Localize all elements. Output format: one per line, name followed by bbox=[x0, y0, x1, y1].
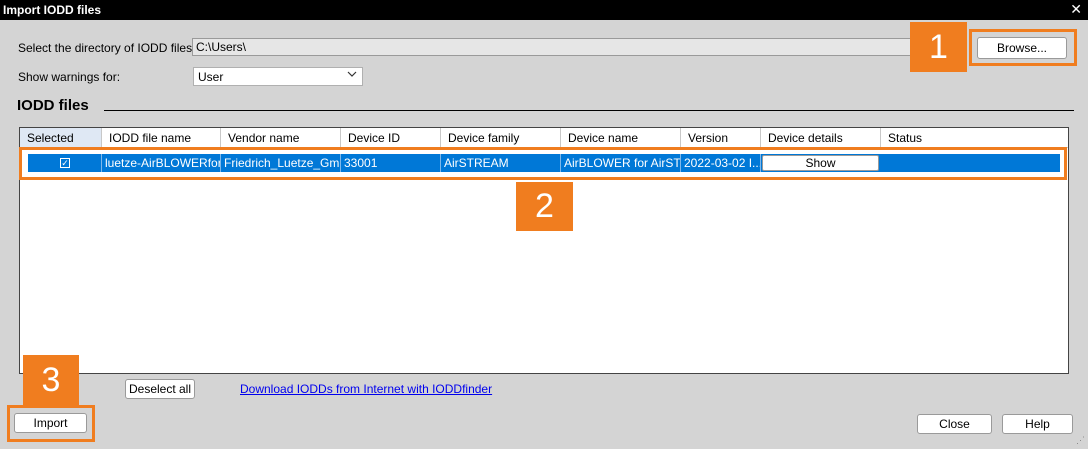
directory-input[interactable]: C:\Users\ bbox=[192, 38, 967, 56]
table-row[interactable]: ✓ luetze-AirBLOWERfor... Friedrich_Luetz… bbox=[28, 154, 1060, 172]
warnings-label: Show warnings for: bbox=[18, 70, 121, 84]
cell-vendor: Friedrich_Luetze_Gm... bbox=[221, 154, 341, 172]
cell-device-name: AirBLOWER for AirST... bbox=[561, 154, 681, 172]
table-header: Selected IODD file name Vendor name Devi… bbox=[20, 128, 1068, 148]
title-bar: Import IODD files ✕ bbox=[0, 0, 1088, 20]
deselect-all-button[interactable]: Deselect all bbox=[125, 379, 195, 399]
column-header-device-details[interactable]: Device details bbox=[761, 128, 881, 148]
column-header-file-name[interactable]: IODD file name bbox=[102, 128, 221, 148]
window-title: Import IODD files bbox=[3, 3, 102, 17]
cell-version: 2022-03-02 I... bbox=[681, 154, 761, 172]
browse-button[interactable]: Browse... bbox=[977, 37, 1067, 59]
iodd-finder-link[interactable]: Download IODDs from Internet with IODDfi… bbox=[240, 382, 492, 396]
warnings-value: User bbox=[198, 70, 224, 84]
chevron-down-icon bbox=[347, 69, 357, 82]
column-header-device-name[interactable]: Device name bbox=[561, 128, 681, 148]
cell-file-name: luetze-AirBLOWERfor... bbox=[102, 154, 221, 172]
annotation-badge-2: 2 bbox=[516, 182, 573, 231]
column-header-device-family[interactable]: Device family bbox=[441, 128, 561, 148]
warnings-select[interactable]: User bbox=[193, 67, 363, 86]
annotation-badge-3: 3 bbox=[23, 355, 79, 405]
column-header-selected[interactable]: Selected bbox=[20, 128, 102, 148]
close-button[interactable]: Close bbox=[917, 414, 992, 434]
show-details-button[interactable]: Show bbox=[762, 155, 879, 171]
cell-family: AirSTREAM bbox=[441, 154, 561, 172]
section-divider bbox=[104, 110, 1074, 111]
column-header-status[interactable]: Status bbox=[881, 128, 1068, 148]
cell-selected: ✓ bbox=[28, 154, 102, 172]
help-button[interactable]: Help bbox=[1002, 414, 1073, 434]
iodd-files-table[interactable]: Selected IODD file name Vendor name Devi… bbox=[19, 127, 1069, 374]
column-header-version[interactable]: Version bbox=[681, 128, 761, 148]
row-checkbox[interactable]: ✓ bbox=[60, 158, 70, 168]
cell-device-id: 33001 bbox=[341, 154, 441, 172]
annotation-badge-1: 1 bbox=[910, 22, 967, 72]
cell-status bbox=[881, 154, 1060, 172]
import-button[interactable]: Import bbox=[14, 413, 87, 433]
column-header-device-id[interactable]: Device ID bbox=[341, 128, 441, 148]
close-icon[interactable]: ✕ bbox=[1070, 2, 1082, 16]
resize-grip-icon[interactable]: ⋰ bbox=[1076, 435, 1085, 446]
column-header-vendor[interactable]: Vendor name bbox=[221, 128, 341, 148]
section-title: IODD files bbox=[17, 97, 89, 114]
directory-label: Select the directory of IODD files: bbox=[18, 41, 196, 55]
